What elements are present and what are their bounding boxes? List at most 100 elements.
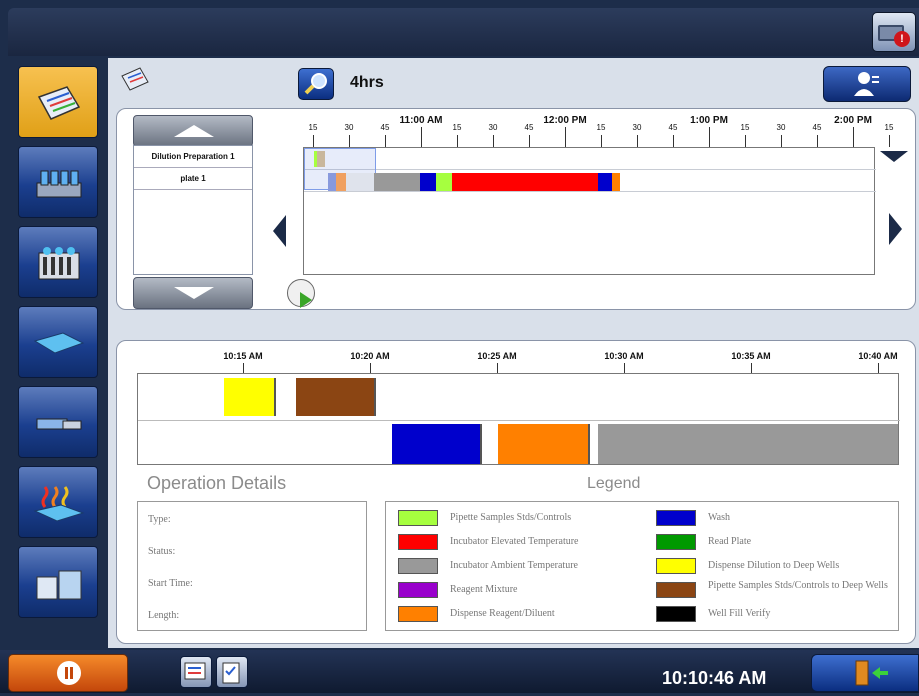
sidebar-item-plates[interactable] [18,306,98,378]
toolbar: 4hrs [108,58,919,106]
timeline-tick-label: 30 [344,123,354,132]
schedule-view-button[interactable] [180,656,212,688]
gantt-segment[interactable] [317,151,325,167]
timeline-tick-label: 30 [632,123,642,132]
sidebar-item-storage[interactable] [18,546,98,618]
operation-details-title: Operation Details [147,473,287,493]
timeline-tick-mark [385,135,386,147]
incubator-heat-icon [33,486,85,522]
timeline-down-arrow-icon[interactable] [880,151,908,162]
gantt-segment[interactable] [598,173,612,191]
exit-button[interactable] [811,654,919,692]
legend-swatch [656,582,696,598]
pause-button[interactable] [8,654,128,692]
zoom-level-label: 4hrs [350,74,384,91]
legend-box: Pipette Samples Stds/Controls Incubator … [385,501,899,631]
detail-tick-label: 10:25 AM [477,351,517,361]
plate-list-item[interactable]: plate 1 [134,168,252,190]
gantt-chart [303,147,876,275]
computer-alert-icon[interactable]: ! [872,12,916,52]
timeline-tick-mark [421,127,422,147]
detail-tick-label: 10:20 AM [350,351,390,361]
timeline-tick-label: 30 [776,123,786,132]
legend-swatch [656,510,696,526]
legend-swatch [656,534,696,550]
status-label: Status: [148,546,176,557]
exit-door-icon [855,660,888,686]
gantt-segment[interactable] [336,173,346,191]
main-area: 4hrs Dilution Preparation 1 plate 1 15 30… [108,58,919,648]
legend-swatch [398,606,438,622]
timeline-tick-mark [493,135,494,147]
bottom-bar: 10:10:46 AM [0,650,919,693]
sidebar [8,58,108,648]
legend-swatch [656,606,696,622]
operation-block[interactable] [392,424,482,464]
scroll-up-button[interactable] [133,115,253,147]
legend-label: Incubator Elevated Temperature [450,536,579,547]
timeline-tick-label: 45 [524,123,534,132]
detail-tick-mark [751,363,752,373]
legend-swatch [398,582,438,598]
sidebar-item-washer[interactable] [18,386,98,458]
start-time-label: Start Time: [148,578,193,589]
washer-icon [36,418,82,430]
gantt-segment[interactable] [436,173,452,191]
timeline-tick-label: 15 [596,123,606,132]
legend-label: Dispense Dilution to Deep Wells [708,560,840,571]
user-icon [854,72,879,96]
checklist-button[interactable] [216,656,248,688]
gantt-segment[interactable] [420,173,436,191]
legend-swatch [398,558,438,574]
timeline-tick-mark [637,135,638,147]
operation-block[interactable] [598,424,898,464]
legend-swatch [398,510,438,526]
timeline-tick-label: 11:00 AM [399,115,443,126]
plate-list-item[interactable]: Dilution Preparation 1 [134,146,252,168]
timeline-tick-label: 15 [884,123,894,132]
timeline-left-arrow-icon[interactable] [273,215,286,247]
sidebar-item-reagents[interactable] [18,146,98,218]
play-icon [300,292,312,308]
plate-icon [33,332,85,354]
sidebar-item-schedule[interactable] [18,66,98,138]
timeline-tick-mark [889,135,890,147]
type-label: Type: [148,514,171,525]
sidebar-item-samples[interactable] [18,226,98,298]
timeline-tick-mark [601,135,602,147]
timeline-tick-mark [313,135,314,147]
timer-play-icon[interactable] [287,279,315,308]
gantt-segment[interactable] [452,173,598,191]
legend-label: Pipette Samples Stds/Controls [450,512,572,523]
alert-badge-icon: ! [894,31,910,47]
operation-block[interactable] [296,378,376,416]
detail-tick-mark [497,363,498,373]
detail-tick-mark [878,363,879,373]
legend-label: Pipette Samples Stds/Controls to Deep We… [708,580,888,591]
operation-details-box: Type: Status: Start Time: Length: [137,501,367,631]
gantt-segment[interactable] [346,173,374,191]
legend-label: Wash [708,512,730,523]
operation-block[interactable] [224,378,276,416]
sidebar-item-incubator[interactable] [18,466,98,538]
timeline-tick-label: 45 [668,123,678,132]
gantt-segment[interactable] [328,173,336,191]
operation-block[interactable] [498,424,590,464]
timeline-tick-mark [673,135,674,147]
arrow-down-icon [174,287,214,299]
timeline-right-arrow-icon[interactable] [889,213,902,245]
zoom-button[interactable] [298,68,334,100]
legend-label: Dispense Reagent/Diluent [450,608,555,619]
gantt-segment[interactable] [374,173,420,191]
detail-tick-mark [370,363,371,373]
length-label: Length: [148,610,180,621]
schedule-hand-icon [184,662,206,680]
scroll-down-button[interactable] [133,277,253,309]
operation-detail-panel: 10:15 AM 10:20 AM 10:25 AM 10:30 AM 10:35 AM… [116,340,916,644]
timeline-tick-label: 12:00 PM [543,115,587,126]
user-button[interactable] [823,66,911,102]
timeline-tick-label: 15 [452,123,462,132]
gantt-segment[interactable] [612,173,620,191]
detail-tick-label: 10:30 AM [604,351,644,361]
row-divider [138,420,900,421]
